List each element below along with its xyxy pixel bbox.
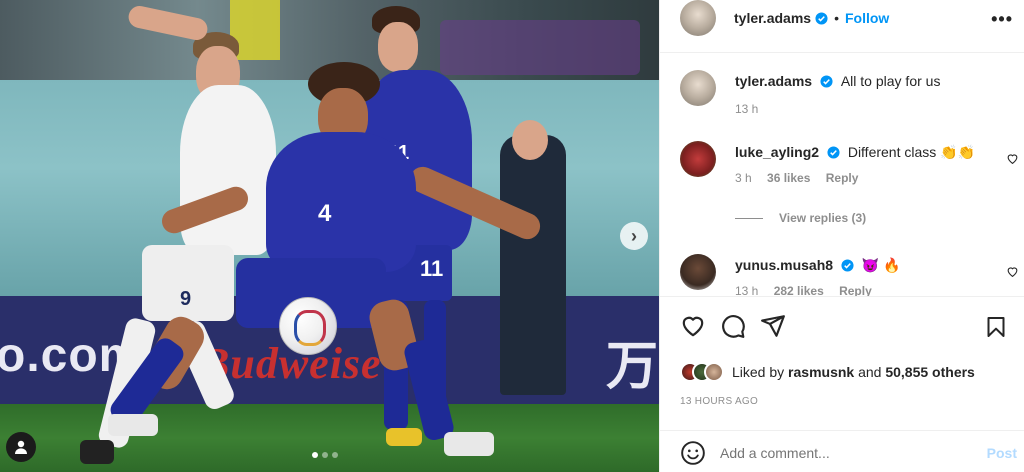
comment-text: 😈 🔥 bbox=[861, 257, 901, 273]
view-replies-label: View replies (3) bbox=[779, 211, 867, 225]
header-divider bbox=[660, 52, 1024, 53]
liker-avatar bbox=[704, 362, 724, 382]
post-photo[interactable]: o.com Budweise 万 11 11 9 4 › bbox=[0, 0, 659, 472]
carousel-dot bbox=[322, 452, 328, 458]
reply-button[interactable]: Reply bbox=[826, 171, 859, 185]
carousel-dot bbox=[312, 452, 318, 458]
caption-username[interactable]: tyler.adams bbox=[735, 73, 812, 89]
tagged-users-button[interactable] bbox=[6, 432, 36, 462]
likes-summary[interactable]: Liked by rasmusnk and 50,855 others bbox=[680, 362, 975, 382]
caption: tyler.adams All to play for us 13 h bbox=[680, 70, 940, 118]
add-comment-bar: Post bbox=[660, 434, 1024, 472]
post-header: tyler.adams • Follow ••• bbox=[660, 0, 1024, 36]
liked-by-others[interactable]: 50,855 others bbox=[885, 364, 975, 380]
post-side-panel: tyler.adams • Follow ••• tyler.adams All… bbox=[659, 0, 1024, 472]
england-player-shirt bbox=[180, 85, 276, 255]
player-4-boot-left bbox=[108, 414, 158, 436]
carousel-dot bbox=[332, 452, 338, 458]
caption-time: 13 h bbox=[735, 102, 759, 116]
user-icon bbox=[15, 440, 27, 454]
comment-item: luke_ayling2 Different class 👏👏 3 h 36 l… bbox=[680, 141, 1024, 187]
football bbox=[279, 297, 337, 355]
player-11-head bbox=[378, 22, 418, 72]
view-replies-line bbox=[735, 217, 763, 219]
commenter-avatar[interactable] bbox=[680, 141, 716, 177]
comment-username[interactable]: luke_ayling2 bbox=[735, 144, 819, 160]
verified-badge-icon bbox=[827, 146, 840, 159]
england-player-shorts-number: 9 bbox=[180, 288, 192, 310]
author-username[interactable]: tyler.adams bbox=[734, 10, 811, 26]
comment-clip: yunus.musah8 😈 🔥 13 h 282 likes Reply bbox=[660, 248, 1024, 296]
reply-button[interactable]: Reply bbox=[839, 284, 872, 296]
liked-by-and: and bbox=[858, 364, 882, 380]
post-comment-button[interactable]: Post bbox=[987, 445, 1017, 461]
carousel-indicator bbox=[312, 452, 338, 458]
commenter-avatar[interactable] bbox=[680, 254, 716, 290]
caption-avatar[interactable] bbox=[680, 70, 716, 106]
comment-username[interactable]: yunus.musah8 bbox=[735, 257, 833, 273]
player-4-shirt bbox=[266, 132, 416, 272]
like-comment-heart-icon[interactable] bbox=[1006, 265, 1019, 278]
comment-time: 13 h bbox=[735, 284, 759, 296]
comment-item: yunus.musah8 😈 🔥 13 h 282 likes Reply bbox=[680, 254, 1024, 296]
comment-text: Different class 👏👏 bbox=[847, 144, 976, 160]
comment-likes[interactable]: 282 likes bbox=[774, 284, 824, 296]
verified-badge-icon bbox=[841, 259, 854, 272]
verified-badge-icon bbox=[820, 75, 833, 88]
caption-text: All to play for us bbox=[840, 73, 941, 89]
liked-by-prefix: Liked by bbox=[732, 364, 785, 380]
england-player-boot bbox=[80, 440, 114, 464]
post-timestamp[interactable]: 13 HOURS AGO bbox=[680, 396, 758, 407]
likes-text: Liked by rasmusnk and 50,855 others bbox=[732, 364, 975, 380]
stands-blue-section bbox=[440, 20, 640, 75]
add-comment-input[interactable] bbox=[720, 445, 987, 461]
comment-bubble-icon[interactable] bbox=[720, 313, 746, 339]
comment-time: 3 h bbox=[735, 171, 752, 185]
save-bookmark-icon[interactable] bbox=[984, 314, 1008, 340]
separator-dot: • bbox=[834, 10, 839, 26]
player-11-shorts-number: 11 bbox=[420, 256, 444, 281]
post-actions bbox=[680, 313, 786, 339]
view-replies-button[interactable]: View replies (3) bbox=[735, 211, 866, 225]
comment-divider bbox=[660, 430, 1024, 431]
like-comment-heart-icon[interactable] bbox=[1006, 152, 1019, 165]
player-4-boot-right bbox=[444, 432, 494, 456]
author-avatar[interactable] bbox=[680, 0, 716, 36]
emoji-smiley-icon[interactable] bbox=[680, 440, 706, 466]
camera-operator bbox=[500, 135, 566, 395]
ad-text-right: 万 bbox=[606, 338, 659, 396]
more-options-icon[interactable]: ••• bbox=[991, 9, 1013, 30]
share-send-icon[interactable] bbox=[760, 313, 786, 339]
liked-by-user[interactable]: rasmusnk bbox=[788, 364, 854, 380]
liker-avatars bbox=[680, 362, 724, 382]
player-11-boot bbox=[386, 428, 422, 446]
follow-button[interactable]: Follow bbox=[845, 10, 889, 26]
verified-badge-icon bbox=[815, 11, 828, 25]
carousel-next-button[interactable]: › bbox=[620, 222, 648, 250]
like-heart-icon[interactable] bbox=[680, 313, 706, 339]
comment-likes[interactable]: 36 likes bbox=[767, 171, 810, 185]
player-4-shirt-number: 4 bbox=[318, 200, 332, 227]
actions-divider bbox=[660, 296, 1024, 297]
camera-operator-head bbox=[512, 120, 548, 160]
